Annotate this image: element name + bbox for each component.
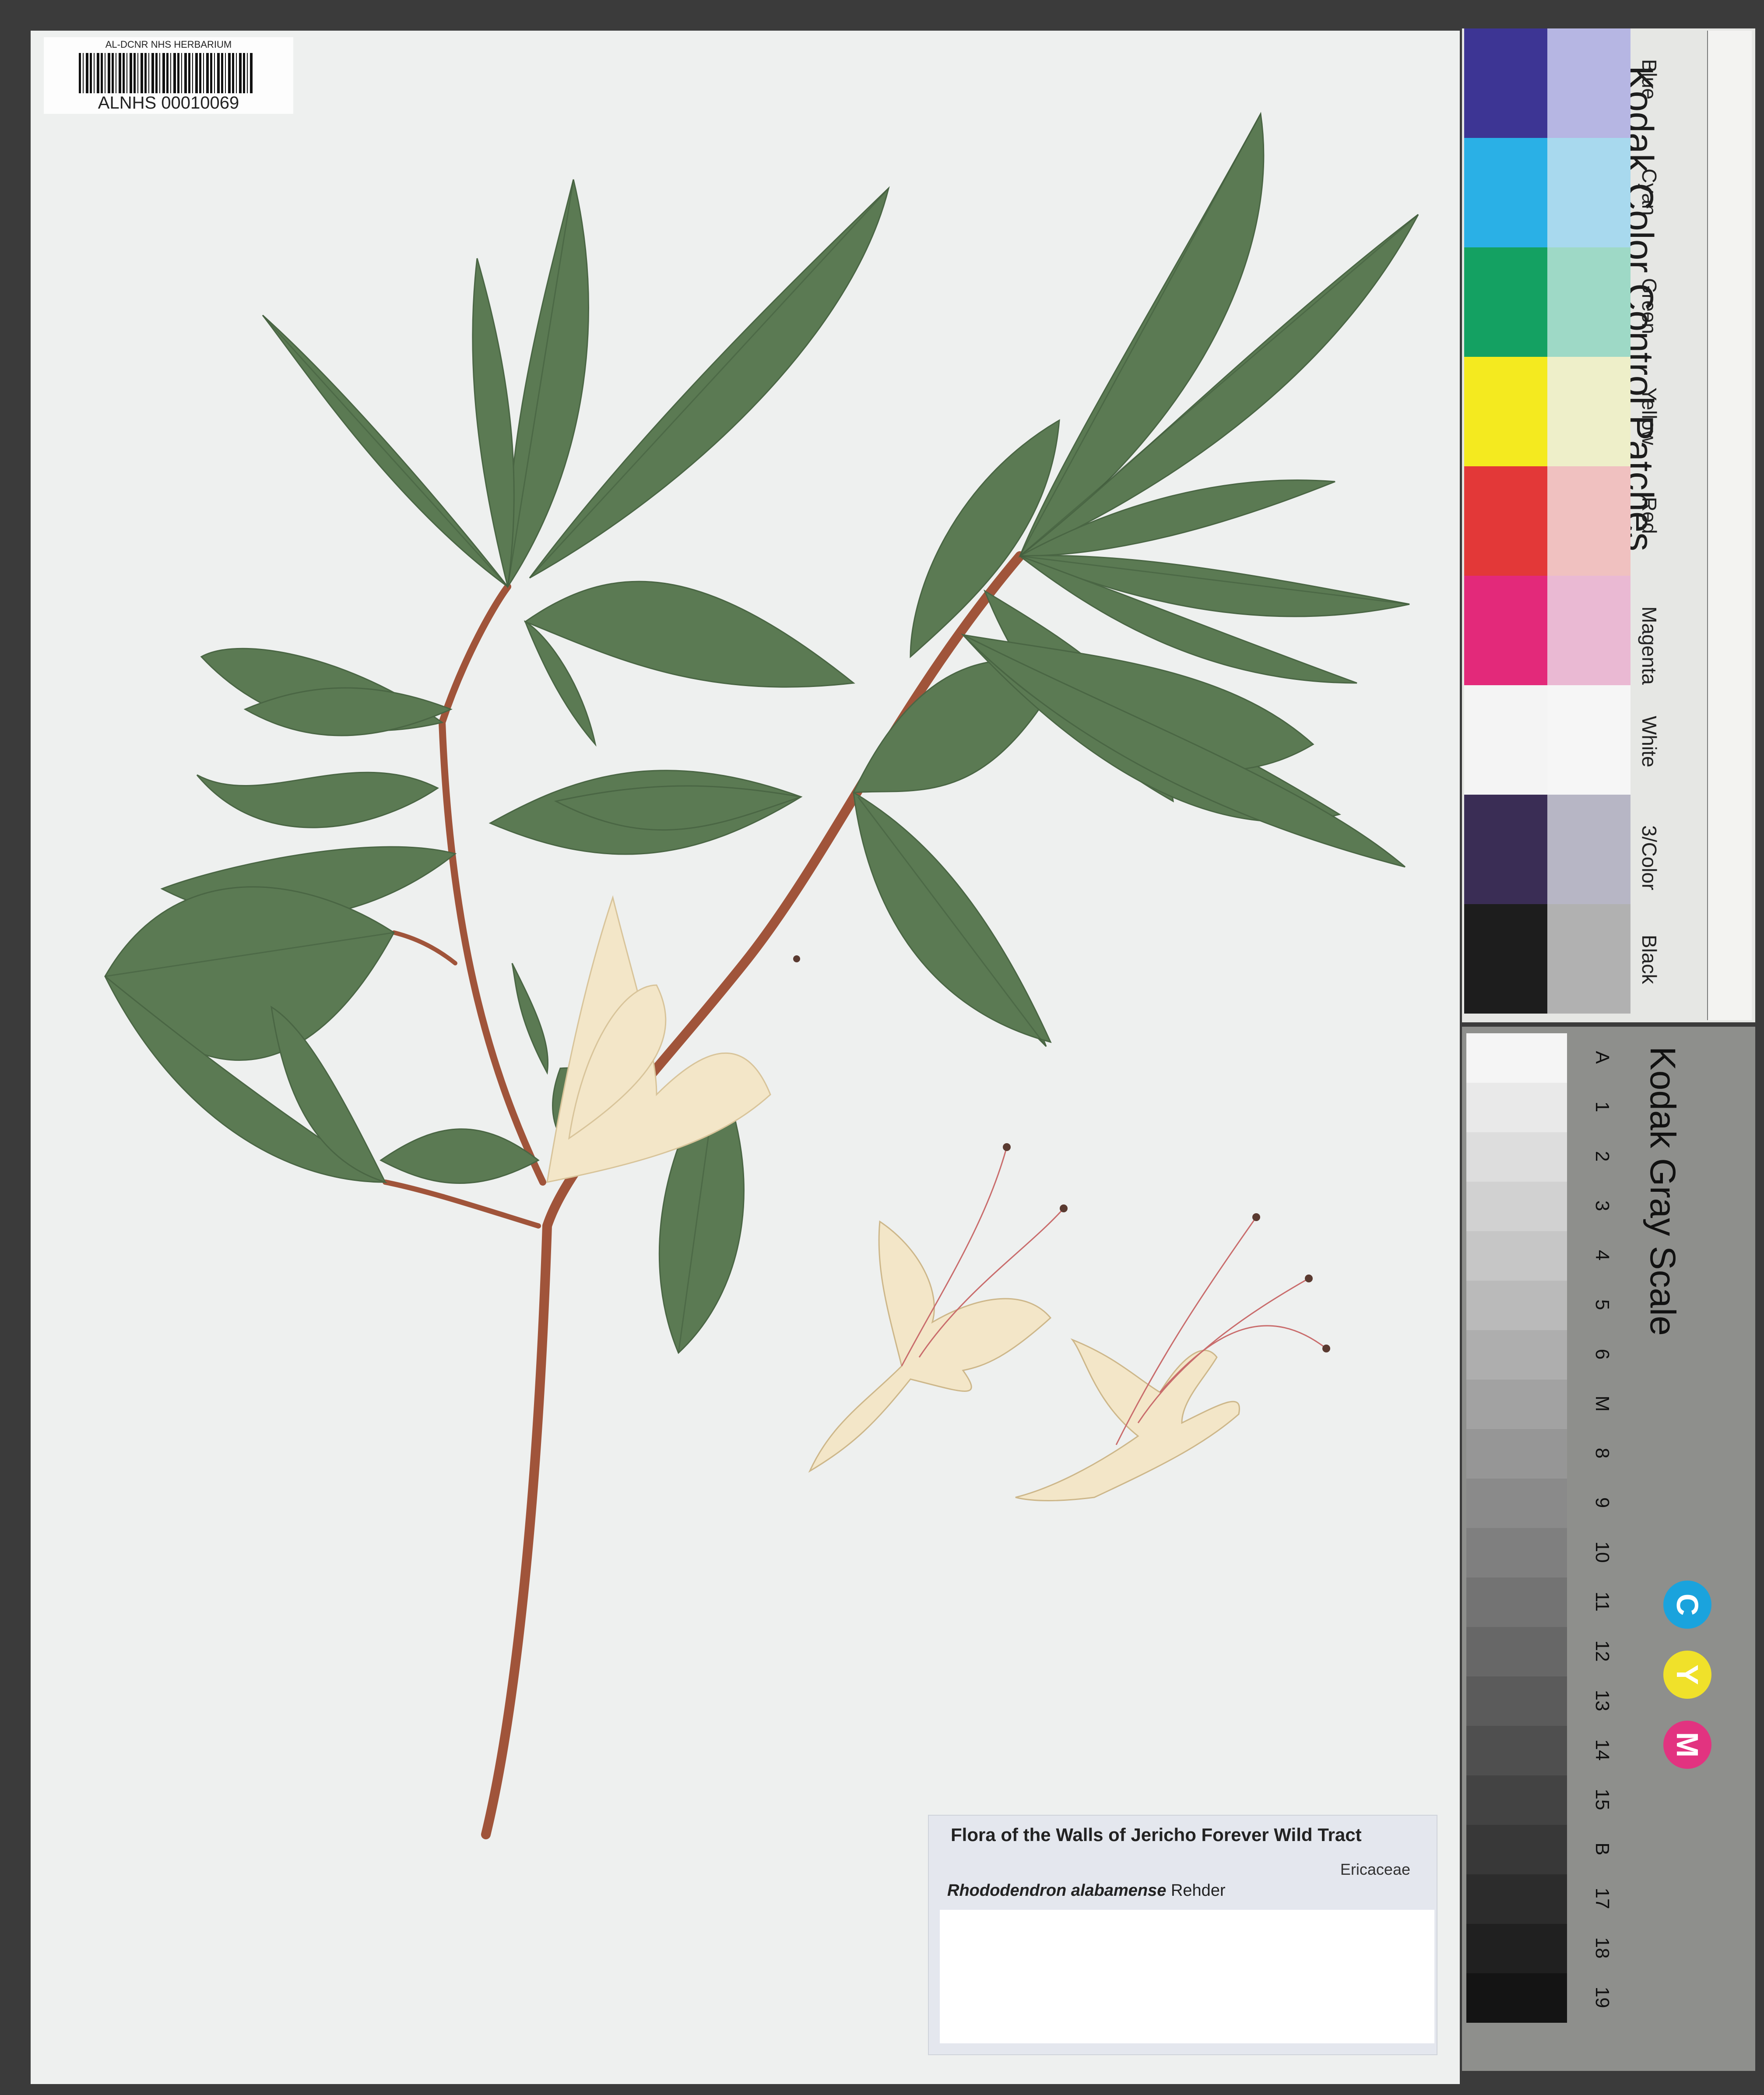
gray-step-label: 15	[1592, 1789, 1613, 1810]
gray-card-title: Kodak Gray Scale	[1643, 1046, 1683, 1336]
gray-step	[1466, 1033, 1567, 1083]
gray-step-label: 9	[1592, 1497, 1613, 1508]
gray-step-label: 13	[1592, 1690, 1613, 1711]
leaves	[104, 112, 1419, 1354]
gray-step-label: 3	[1592, 1200, 1613, 1211]
gray-step	[1466, 1924, 1567, 1973]
patch-label: Green	[1638, 278, 1661, 334]
gray-step-label: M	[1592, 1395, 1613, 1412]
gray-step-label: 4	[1592, 1250, 1613, 1261]
gray-step	[1466, 1726, 1567, 1775]
cym-dot-y: Y	[1663, 1651, 1711, 1699]
tint-patch-blue	[1547, 28, 1630, 138]
label-species: Rhododendron alabamense	[947, 1881, 1167, 1900]
gray-step-label: 8	[1592, 1447, 1613, 1459]
color-patch-black	[1464, 904, 1547, 1014]
gray-step-label: 18	[1592, 1937, 1613, 1959]
gray-step	[1466, 1973, 1567, 2023]
patch-label: Yellow	[1638, 387, 1661, 445]
gray-step	[1466, 1874, 1567, 1924]
lower-branch	[383, 1180, 541, 1229]
gray-step	[1466, 1775, 1567, 1825]
cym-dot-m: M	[1663, 1721, 1711, 1769]
gray-step	[1466, 1231, 1567, 1281]
patch-label: White	[1638, 716, 1661, 768]
tint-patch-magenta	[1547, 576, 1630, 685]
gray-step-label: 5	[1592, 1299, 1613, 1310]
upper-stem	[438, 583, 546, 1186]
gray-step-label: 1	[1592, 1101, 1613, 1113]
gray-step	[1466, 1528, 1567, 1577]
gray-step	[1466, 1132, 1567, 1182]
color-patch-3-color	[1464, 795, 1547, 904]
color-patch-blue	[1464, 28, 1547, 138]
tint-patch-white	[1547, 685, 1630, 795]
patch-label: Red	[1638, 497, 1661, 534]
gray-step	[1466, 1577, 1567, 1627]
side-branch	[392, 930, 457, 965]
color-patch-magenta	[1464, 576, 1547, 685]
gray-step-label: 14	[1592, 1739, 1613, 1761]
gray-step-label: 2	[1592, 1151, 1613, 1162]
label-scientific-name: Rhododendron alabamense Rehder	[947, 1881, 1226, 1900]
label-author: Rehder	[1170, 1881, 1226, 1900]
patch-label: Cyan	[1638, 169, 1661, 216]
label-title: Flora of the Walls of Jericho Forever Wi…	[951, 1824, 1362, 1845]
label-blank-area	[940, 1910, 1434, 2043]
gray-step-label: 11	[1592, 1591, 1613, 1612]
color-patch-red	[1464, 466, 1547, 576]
gray-step	[1466, 1330, 1567, 1380]
specimen-label: Flora of the Walls of Jericho Forever Wi…	[928, 1815, 1437, 2055]
ruler	[1707, 31, 1752, 1020]
patch-label: Blue	[1638, 59, 1661, 100]
gray-step-label: 6	[1592, 1349, 1613, 1360]
detached-flower-1	[808, 1147, 1065, 1473]
gray-step-label: 10	[1592, 1541, 1613, 1563]
gray-step	[1466, 1281, 1567, 1330]
gray-step-label: 19	[1592, 1986, 1613, 2008]
tint-patch-yellow	[1547, 357, 1630, 466]
color-patch-yellow	[1464, 357, 1547, 466]
tint-patch-cyan	[1547, 138, 1630, 247]
patch-label: Magenta	[1638, 606, 1661, 685]
gray-step	[1466, 1380, 1567, 1429]
patch-label: 3/Color	[1638, 825, 1661, 891]
gray-step	[1466, 1429, 1567, 1479]
color-patch-white	[1464, 685, 1547, 795]
tint-patch-green	[1547, 247, 1630, 357]
tint-patch-black	[1547, 904, 1630, 1014]
detached-flower-2	[1015, 1217, 1327, 1501]
tint-patch-3-color	[1547, 795, 1630, 904]
gray-step	[1466, 1825, 1567, 1874]
herbarium-sheet-image: AL-DCNR NHS HERBARIUM ALNHS 00010069 Kod…	[0, 0, 1764, 2095]
tint-patch-red	[1547, 466, 1630, 576]
color-patch-green	[1464, 247, 1547, 357]
gray-step-label: 17	[1592, 1887, 1613, 1909]
gray-step-label: 12	[1592, 1640, 1613, 1662]
gray-step	[1466, 1627, 1567, 1676]
label-family: Ericaceae	[1340, 1860, 1410, 1878]
gray-step	[1466, 1479, 1567, 1528]
gray-step-label: B	[1592, 1842, 1613, 1856]
gray-step-label: A	[1592, 1051, 1613, 1064]
color-patch-cyan	[1464, 138, 1547, 247]
gray-step	[1466, 1083, 1567, 1132]
gray-step	[1466, 1182, 1567, 1231]
cym-dot-c: C	[1663, 1581, 1711, 1629]
patch-label: Black	[1638, 935, 1661, 984]
gray-step	[1466, 1676, 1567, 1726]
